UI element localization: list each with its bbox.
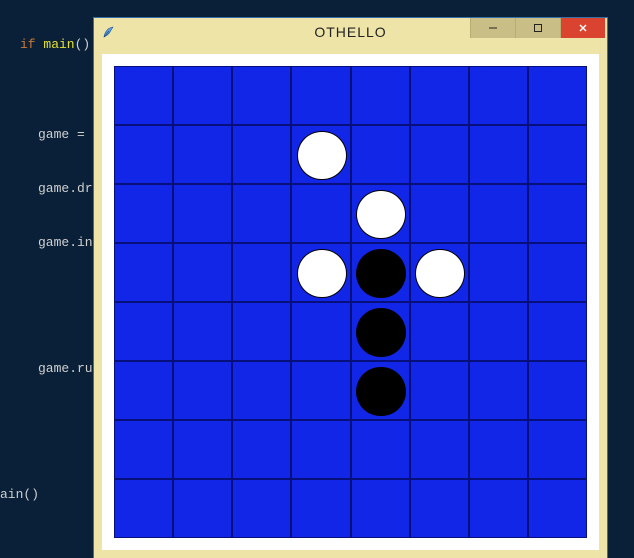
board-cell[interactable] (232, 125, 291, 184)
board-cell[interactable] (173, 243, 232, 302)
canvas-frame (102, 54, 599, 550)
board-cell[interactable] (469, 420, 528, 479)
window-client-area (94, 46, 607, 558)
board-cell[interactable] (469, 66, 528, 125)
board-cell[interactable] (114, 479, 173, 538)
board-cell[interactable] (114, 66, 173, 125)
white-piece (356, 190, 406, 240)
white-piece (297, 131, 347, 181)
board-cell[interactable] (410, 302, 469, 361)
board-cell[interactable] (173, 66, 232, 125)
board-cell[interactable] (351, 184, 410, 243)
board-cell[interactable] (528, 479, 587, 538)
board-cell[interactable] (291, 66, 350, 125)
board-cell[interactable] (528, 125, 587, 184)
board-cell[interactable] (528, 66, 587, 125)
board-cell[interactable] (469, 479, 528, 538)
board-cell[interactable] (410, 361, 469, 420)
board-cell[interactable] (173, 361, 232, 420)
board-cell[interactable] (351, 66, 410, 125)
board-cell[interactable] (291, 184, 350, 243)
board-cell[interactable] (410, 66, 469, 125)
board-cell[interactable] (232, 302, 291, 361)
board-cell[interactable] (351, 302, 410, 361)
white-piece (415, 249, 465, 299)
board-cell[interactable] (173, 302, 232, 361)
board-cell[interactable] (351, 420, 410, 479)
close-button[interactable] (560, 18, 605, 38)
black-piece (356, 367, 406, 417)
board-cell[interactable] (173, 184, 232, 243)
board-cell[interactable] (528, 361, 587, 420)
board-cell[interactable] (114, 420, 173, 479)
board-cell[interactable] (291, 361, 350, 420)
board-cell[interactable] (291, 420, 350, 479)
board-cell[interactable] (114, 361, 173, 420)
board-cell[interactable] (114, 184, 173, 243)
titlebar[interactable]: OTHELLO (94, 18, 607, 46)
board-cell[interactable] (410, 243, 469, 302)
board-cell[interactable] (469, 184, 528, 243)
board-cell[interactable] (528, 302, 587, 361)
board-cell[interactable] (114, 302, 173, 361)
board-cell[interactable] (232, 361, 291, 420)
board-cell[interactable] (410, 184, 469, 243)
board-cell[interactable] (291, 125, 350, 184)
board-cell[interactable] (291, 243, 350, 302)
board-cell[interactable] (528, 243, 587, 302)
board-cell[interactable] (469, 243, 528, 302)
board-cell[interactable] (410, 125, 469, 184)
board-cell[interactable] (114, 125, 173, 184)
board-cell[interactable] (351, 479, 410, 538)
board-cell[interactable] (528, 184, 587, 243)
board-cell[interactable] (469, 361, 528, 420)
board-cell[interactable] (469, 302, 528, 361)
board-cell[interactable] (232, 479, 291, 538)
window-controls (470, 18, 605, 38)
board-cell[interactable] (351, 361, 410, 420)
board-cell[interactable] (528, 420, 587, 479)
board-cell[interactable] (291, 479, 350, 538)
othello-board[interactable] (114, 66, 587, 538)
board-cell[interactable] (232, 420, 291, 479)
board-cell[interactable] (173, 479, 232, 538)
board-cell[interactable] (232, 66, 291, 125)
board-cell[interactable] (114, 243, 173, 302)
board-cell[interactable] (232, 184, 291, 243)
board-cell[interactable] (410, 420, 469, 479)
board-cell[interactable] (173, 125, 232, 184)
board-cell[interactable] (351, 243, 410, 302)
feather-icon (100, 23, 118, 41)
black-piece (356, 249, 406, 299)
black-piece (356, 308, 406, 358)
board-cell[interactable] (232, 243, 291, 302)
board-cell[interactable] (173, 420, 232, 479)
maximize-button[interactable] (515, 18, 560, 38)
board-cell[interactable] (469, 125, 528, 184)
white-piece (297, 249, 347, 299)
board-cell[interactable] (410, 479, 469, 538)
othello-window: OTHELLO (94, 18, 607, 558)
board-cell[interactable] (291, 302, 350, 361)
minimize-button[interactable] (470, 18, 515, 38)
board-cell[interactable] (351, 125, 410, 184)
